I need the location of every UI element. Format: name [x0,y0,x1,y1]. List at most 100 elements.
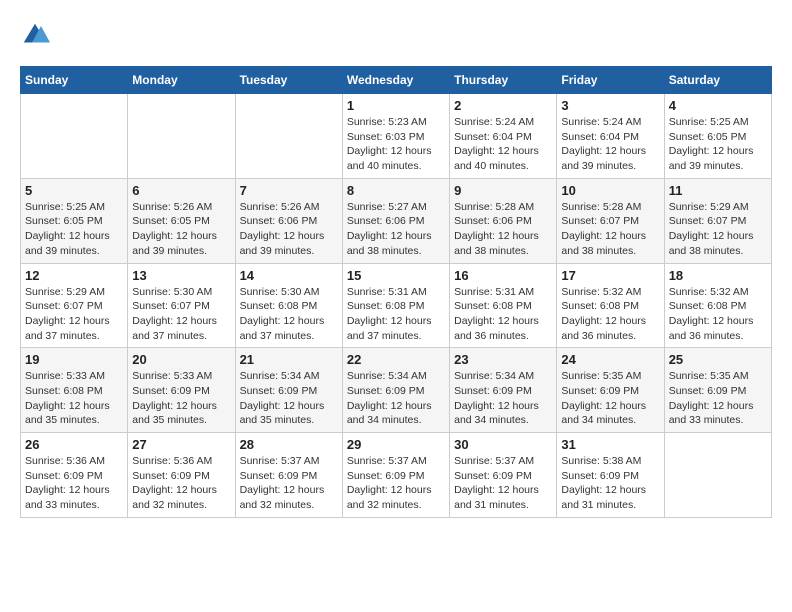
calendar-cell: 13 Sunrise: 5:30 AMSunset: 6:07 PMDayligh… [128,263,235,348]
day-info: Sunrise: 5:37 AMSunset: 6:09 PMDaylight:… [240,454,338,513]
weekday-header: Tuesday [235,67,342,94]
calendar-cell: 31Sunrise: 5:38 AMSunset: 6:09 PMDayligh… [557,433,664,518]
logo [20,20,54,50]
day-info: Sunrise: 5:23 AMSunset: 6:03 PMDaylight:… [347,115,445,174]
day-number: 18 [669,268,767,283]
day-info: Sunrise: 5:30 AMSunset: 6:07 PMDaylight:… [132,285,230,344]
day-info: Sunrise: 5:25 AMSunset: 6:05 PMDaylight:… [669,115,767,174]
day-info: Sunrise: 5:31 AMSunset: 6:08 PMDaylight:… [454,285,552,344]
day-number: 27 [132,437,230,452]
day-number: 24 [561,352,659,367]
day-info: Sunrise: 5:24 AMSunset: 6:04 PMDaylight:… [454,115,552,174]
day-number: 13 [132,268,230,283]
day-info: Sunrise: 5:26 AMSunset: 6:06 PMDaylight:… [240,200,338,259]
calendar-cell: 10 Sunrise: 5:28 AMSunset: 6:07 PMDayligh… [557,178,664,263]
page-header [20,20,772,50]
day-number: 16 [454,268,552,283]
day-info: Sunrise: 5:32 AMSunset: 6:08 PMDaylight:… [561,285,659,344]
day-number: 22 [347,352,445,367]
day-info: Sunrise: 5:28 AMSunset: 6:07 PMDaylight:… [561,200,659,259]
calendar-cell: 1 Sunrise: 5:23 AMSunset: 6:03 PMDaylight… [342,94,449,179]
day-info: Sunrise: 5:37 AMSunset: 6:09 PMDaylight:… [454,454,552,513]
day-info: Sunrise: 5:26 AMSunset: 6:05 PMDaylight:… [132,200,230,259]
calendar-cell: 29 Sunrise: 5:37 AMSunset: 6:09 PMDayligh… [342,433,449,518]
day-info: Sunrise: 5:31 AMSunset: 6:08 PMDaylight:… [347,285,445,344]
calendar-header: SundayMondayTuesdayWednesdayThursdayFrid… [21,67,772,94]
day-number: 20 [132,352,230,367]
calendar-cell: 16 Sunrise: 5:31 AMSunset: 6:08 PMDayligh… [450,263,557,348]
day-info: Sunrise: 5:27 AMSunset: 6:06 PMDaylight:… [347,200,445,259]
calendar-week: 5 Sunrise: 5:25 AMSunset: 6:05 PMDaylight… [21,178,772,263]
day-number: 4 [669,98,767,113]
day-info: Sunrise: 5:28 AMSunset: 6:06 PMDaylight:… [454,200,552,259]
day-number: 28 [240,437,338,452]
day-number: 19 [25,352,123,367]
calendar-cell: 8 Sunrise: 5:27 AMSunset: 6:06 PMDaylight… [342,178,449,263]
calendar-week: 1 Sunrise: 5:23 AMSunset: 6:03 PMDaylight… [21,94,772,179]
calendar-cell: 14Sunrise: 5:30 AMSunset: 6:08 PMDayligh… [235,263,342,348]
calendar-cell: 9 Sunrise: 5:28 AMSunset: 6:06 PMDaylight… [450,178,557,263]
calendar-cell [128,94,235,179]
calendar-cell: 23 Sunrise: 5:34 AMSunset: 6:09 PMDayligh… [450,348,557,433]
calendar-cell: 19 Sunrise: 5:33 AMSunset: 6:08 PMDayligh… [21,348,128,433]
calendar-cell: 4 Sunrise: 5:25 AMSunset: 6:05 PMDaylight… [664,94,771,179]
day-number: 2 [454,98,552,113]
day-info: Sunrise: 5:24 AMSunset: 6:04 PMDaylight:… [561,115,659,174]
day-number: 14 [240,268,338,283]
day-info: Sunrise: 5:25 AMSunset: 6:05 PMDaylight:… [25,200,123,259]
day-number: 5 [25,183,123,198]
calendar-cell: 28 Sunrise: 5:37 AMSunset: 6:09 PMDayligh… [235,433,342,518]
day-number: 12 [25,268,123,283]
day-info: Sunrise: 5:34 AMSunset: 6:09 PMDaylight:… [454,369,552,428]
day-number: 23 [454,352,552,367]
day-number: 29 [347,437,445,452]
calendar-cell: 15 Sunrise: 5:31 AMSunset: 6:08 PMDayligh… [342,263,449,348]
weekday-header: Monday [128,67,235,94]
calendar-cell: 3 Sunrise: 5:24 AMSunset: 6:04 PMDaylight… [557,94,664,179]
day-info: Sunrise: 5:36 AMSunset: 6:09 PMDaylight:… [132,454,230,513]
calendar-cell: 24 Sunrise: 5:35 AMSunset: 6:09 PMDayligh… [557,348,664,433]
calendar-cell: 21Sunrise: 5:34 AMSunset: 6:09 PMDayligh… [235,348,342,433]
calendar-cell: 12 Sunrise: 5:29 AMSunset: 6:07 PMDayligh… [21,263,128,348]
calendar-cell: 11 Sunrise: 5:29 AMSunset: 6:07 PMDayligh… [664,178,771,263]
calendar-week: 19 Sunrise: 5:33 AMSunset: 6:08 PMDayligh… [21,348,772,433]
day-info: Sunrise: 5:29 AMSunset: 6:07 PMDaylight:… [669,200,767,259]
day-number: 6 [132,183,230,198]
day-info: Sunrise: 5:33 AMSunset: 6:08 PMDaylight:… [25,369,123,428]
day-info: Sunrise: 5:33 AMSunset: 6:09 PMDaylight:… [132,369,230,428]
calendar-cell [21,94,128,179]
day-number: 10 [561,183,659,198]
weekday-header: Friday [557,67,664,94]
day-info: Sunrise: 5:34 AMSunset: 6:09 PMDaylight:… [240,369,338,428]
day-info: Sunrise: 5:37 AMSunset: 6:09 PMDaylight:… [347,454,445,513]
day-info: Sunrise: 5:34 AMSunset: 6:09 PMDaylight:… [347,369,445,428]
weekday-header: Sunday [21,67,128,94]
day-number: 7 [240,183,338,198]
calendar-table: SundayMondayTuesdayWednesdayThursdayFrid… [20,66,772,518]
day-number: 3 [561,98,659,113]
calendar-cell: 6 Sunrise: 5:26 AMSunset: 6:05 PMDaylight… [128,178,235,263]
calendar-cell: 20 Sunrise: 5:33 AMSunset: 6:09 PMDayligh… [128,348,235,433]
calendar-cell: 22 Sunrise: 5:34 AMSunset: 6:09 PMDayligh… [342,348,449,433]
calendar-cell: 27 Sunrise: 5:36 AMSunset: 6:09 PMDayligh… [128,433,235,518]
day-number: 8 [347,183,445,198]
logo-icon [20,20,50,50]
calendar-cell: 18Sunrise: 5:32 AMSunset: 6:08 PMDayligh… [664,263,771,348]
calendar-cell: 2 Sunrise: 5:24 AMSunset: 6:04 PMDaylight… [450,94,557,179]
calendar-cell: 30Sunrise: 5:37 AMSunset: 6:09 PMDayligh… [450,433,557,518]
day-number: 15 [347,268,445,283]
day-number: 25 [669,352,767,367]
day-info: Sunrise: 5:35 AMSunset: 6:09 PMDaylight:… [561,369,659,428]
calendar-cell: 25 Sunrise: 5:35 AMSunset: 6:09 PMDayligh… [664,348,771,433]
day-number: 26 [25,437,123,452]
day-number: 11 [669,183,767,198]
day-number: 1 [347,98,445,113]
day-info: Sunrise: 5:29 AMSunset: 6:07 PMDaylight:… [25,285,123,344]
weekday-header: Thursday [450,67,557,94]
day-number: 9 [454,183,552,198]
calendar-week: 26 Sunrise: 5:36 AMSunset: 6:09 PMDayligh… [21,433,772,518]
day-number: 31 [561,437,659,452]
day-info: Sunrise: 5:35 AMSunset: 6:09 PMDaylight:… [669,369,767,428]
weekday-header: Saturday [664,67,771,94]
calendar-cell: 17Sunrise: 5:32 AMSunset: 6:08 PMDayligh… [557,263,664,348]
